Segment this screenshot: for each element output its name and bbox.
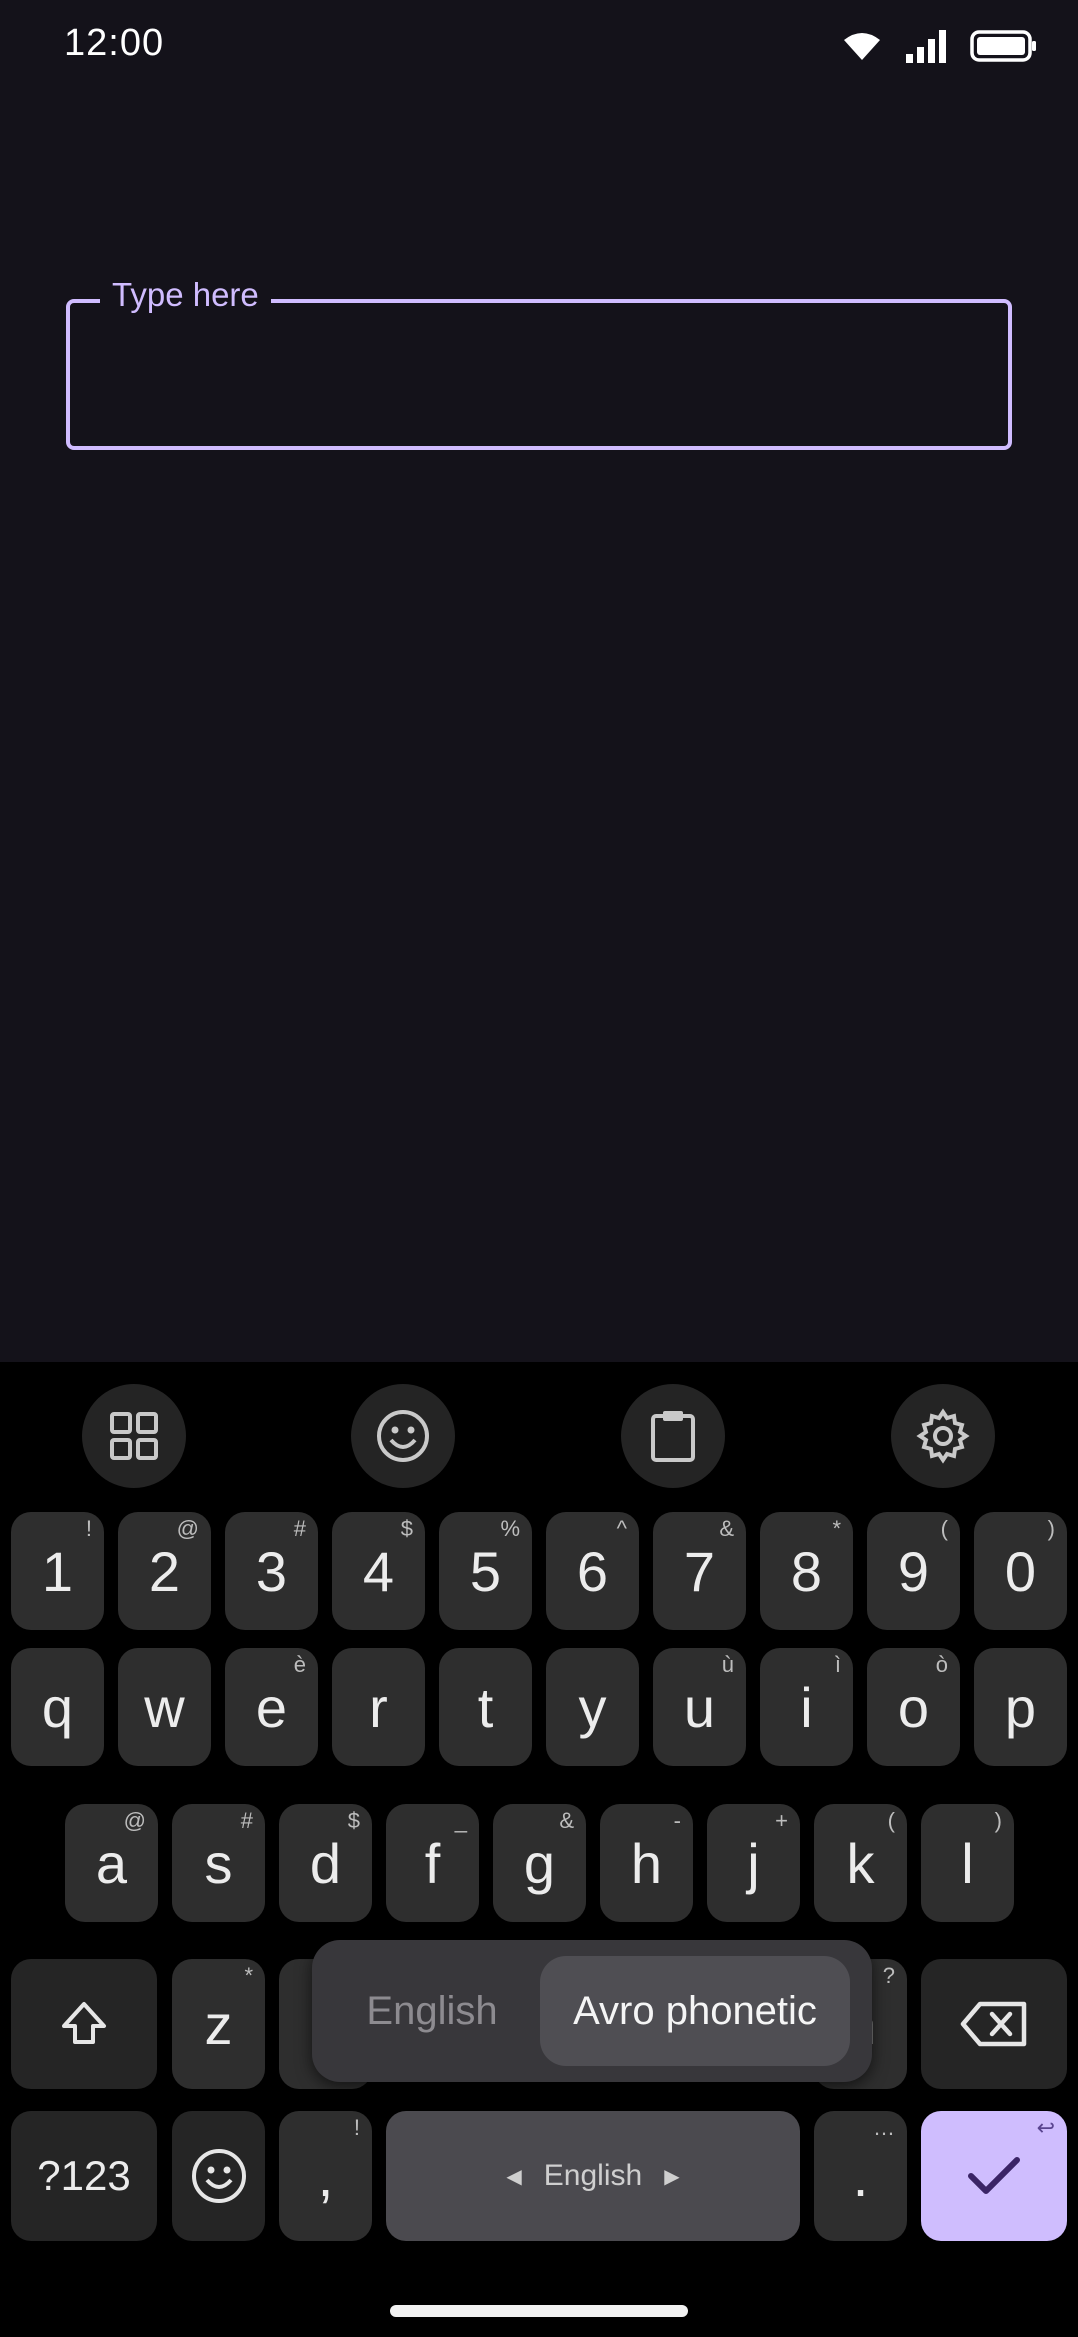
key-r[interactable]: r bbox=[332, 1648, 425, 1766]
key-a[interactable]: a @ bbox=[65, 1804, 158, 1922]
checkmark-icon bbox=[968, 2157, 1020, 2194]
symbols-key[interactable]: ?123 bbox=[11, 2111, 157, 2241]
text-input-field[interactable] bbox=[66, 299, 1012, 450]
space-key[interactable]: ◀ English ▶ bbox=[386, 2111, 800, 2241]
key-q[interactable]: q bbox=[11, 1648, 104, 1766]
language-switch-popup: English Avro phonetic bbox=[312, 1940, 872, 2082]
key-p[interactable]: p bbox=[974, 1648, 1067, 1766]
shift-icon bbox=[62, 2002, 106, 2044]
home-indicator[interactable] bbox=[390, 2305, 688, 2317]
key-4[interactable]: 4 $ bbox=[332, 1512, 425, 1630]
key-6[interactable]: 6 ^ bbox=[546, 1512, 639, 1630]
key-s[interactable]: s # bbox=[172, 1804, 265, 1922]
arrow-left-icon: ◀ bbox=[506, 2165, 522, 2188]
key-e[interactable]: eè bbox=[225, 1648, 318, 1766]
key-y[interactable]: y bbox=[546, 1648, 639, 1766]
backspace-icon bbox=[960, 2001, 1027, 2047]
emoji-icon bbox=[191, 2149, 246, 2203]
grid-icon bbox=[110, 1412, 158, 1460]
key-o[interactable]: oò bbox=[867, 1648, 960, 1766]
signal-icon bbox=[906, 30, 946, 63]
language-option-avro-phonetic[interactable]: Avro phonetic bbox=[540, 1956, 850, 2066]
key-h[interactable]: h- bbox=[600, 1804, 693, 1922]
wifi-icon bbox=[844, 33, 880, 60]
backspace-key[interactable] bbox=[921, 1959, 1067, 2089]
key-g[interactable]: g & bbox=[493, 1804, 586, 1922]
toolbar-clipboard-button[interactable] bbox=[621, 1384, 725, 1488]
key-t[interactable]: t bbox=[439, 1648, 532, 1766]
gear-icon bbox=[916, 1408, 970, 1464]
key-l[interactable]: l) bbox=[921, 1804, 1014, 1922]
key-u[interactable]: uù bbox=[653, 1648, 746, 1766]
key-i[interactable]: iì bbox=[760, 1648, 853, 1766]
key-2[interactable]: 2 @ bbox=[118, 1512, 211, 1630]
key-5[interactable]: 5% bbox=[439, 1512, 532, 1630]
key-w[interactable]: w bbox=[118, 1648, 211, 1766]
key-8[interactable]: 8 * bbox=[760, 1512, 853, 1630]
key-j[interactable]: j + bbox=[707, 1804, 800, 1922]
key-d[interactable]: d $ bbox=[279, 1804, 372, 1922]
comma-key[interactable]: ,! bbox=[279, 2111, 372, 2241]
key-3[interactable]: 3 # bbox=[225, 1512, 318, 1630]
toolbar-settings-button[interactable] bbox=[891, 1384, 995, 1488]
key-k[interactable]: k( bbox=[814, 1804, 907, 1922]
language-option-english[interactable]: English bbox=[332, 1956, 532, 2066]
battery-icon bbox=[970, 30, 1036, 62]
key-f[interactable]: f _ bbox=[386, 1804, 479, 1922]
key-1[interactable]: 1! bbox=[11, 1512, 104, 1630]
key-z[interactable]: z * bbox=[172, 1959, 265, 2089]
key-9[interactable]: 9( bbox=[867, 1512, 960, 1630]
arrow-right-icon: ▶ bbox=[664, 2165, 680, 2188]
enter-hint: ↩ bbox=[1036, 2115, 1055, 2140]
key-7[interactable]: 7 & bbox=[653, 1512, 746, 1630]
toolbar-emoji-button[interactable] bbox=[351, 1384, 455, 1488]
period-key[interactable]: .… bbox=[814, 2111, 907, 2241]
shift-key[interactable] bbox=[11, 1959, 157, 2089]
status-bar: 12:00 bbox=[0, 0, 1078, 96]
key-0[interactable]: 0) bbox=[974, 1512, 1067, 1630]
toolbar-grid-button[interactable] bbox=[82, 1384, 186, 1488]
status-time: 12:00 bbox=[64, 22, 165, 64]
status-icons bbox=[842, 28, 1038, 64]
done-key[interactable]: ↩ bbox=[921, 2111, 1067, 2241]
emoji-icon bbox=[377, 1410, 429, 1462]
emoji-key[interactable] bbox=[172, 2111, 265, 2241]
text-field-label: Type here bbox=[100, 276, 271, 314]
clipboard-icon bbox=[651, 1411, 695, 1462]
